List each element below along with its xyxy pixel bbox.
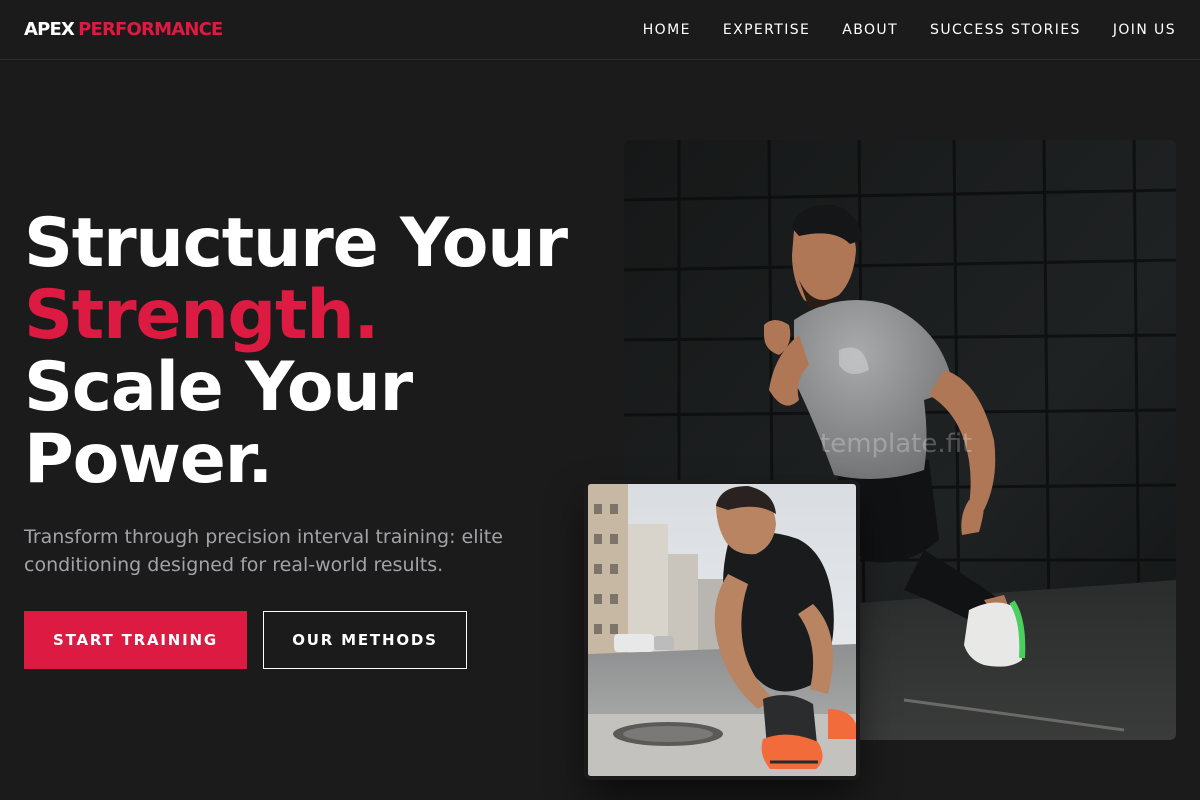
- hero-subtitle: Transform through precision interval tra…: [24, 526, 503, 576]
- top-navigation: APEX PERFORMANCE HOME EXPERTISE ABOUT SUC…: [0, 0, 1200, 60]
- runner-tying-shoe-photo: [588, 484, 856, 776]
- nav-item-expertise[interactable]: EXPERTISE: [723, 22, 810, 38]
- nav-item-home[interactable]: HOME: [643, 22, 691, 38]
- hero-title-line-4: Power.: [24, 420, 273, 499]
- brand-name-accent: PERFORMANCE: [78, 19, 223, 40]
- watermark-text: template.fit: [820, 429, 972, 459]
- nav-item-join-us[interactable]: JOIN US: [1113, 22, 1176, 38]
- nav-menu: HOME EXPERTISE ABOUT SUCCESS STORIES JOI…: [643, 22, 1176, 38]
- hero-title: Structure Your Strength. Scale Your Powe…: [24, 208, 614, 496]
- start-training-button[interactable]: START TRAINING: [24, 611, 247, 669]
- brand-name-primary: APEX: [24, 19, 75, 40]
- hero-title-line-1: Structure Your: [24, 204, 568, 283]
- brand-logo[interactable]: APEX PERFORMANCE: [24, 19, 223, 40]
- hero-title-line-3: Scale Your: [24, 348, 413, 427]
- nav-item-success-stories[interactable]: SUCCESS STORIES: [930, 22, 1081, 38]
- hero-title-line-2-accent: Strength.: [24, 276, 379, 355]
- runner-tying-shoe-illustration: [588, 484, 856, 776]
- our-methods-button[interactable]: OUR METHODS: [263, 611, 467, 669]
- page: APEX PERFORMANCE HOME EXPERTISE ABOUT SUC…: [0, 0, 1200, 800]
- nav-item-about[interactable]: ABOUT: [842, 22, 898, 38]
